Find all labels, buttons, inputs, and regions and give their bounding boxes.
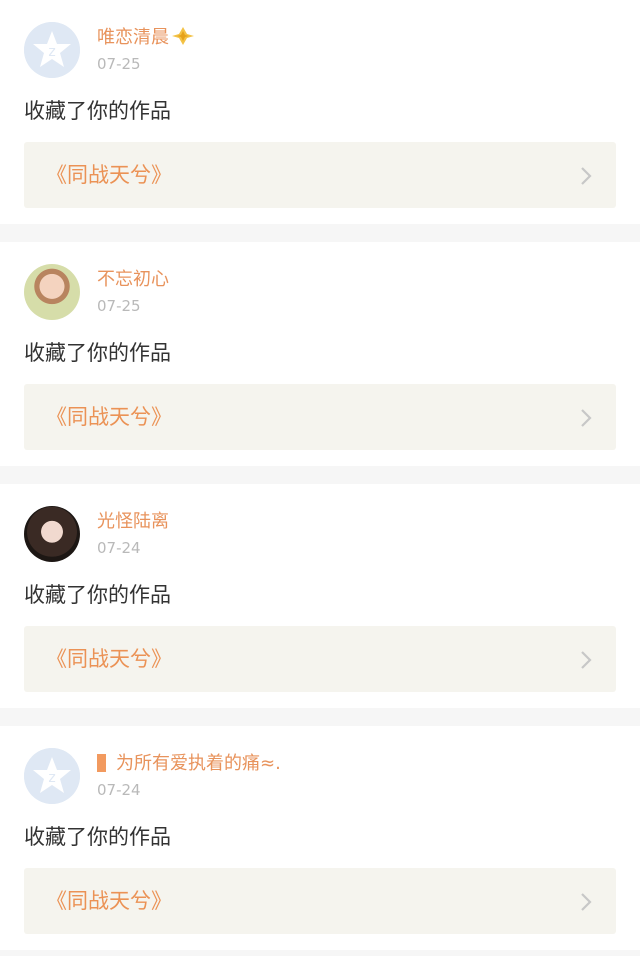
action-text: 收藏了你的作品 [24, 583, 171, 607]
work-title: 《同战天兮》 [46, 647, 172, 671]
work-title: 《同战天兮》 [46, 889, 172, 913]
username-text[interactable]: 为所有爱执着的痛≈. [116, 753, 281, 774]
username-text[interactable]: 唯恋清晨 [97, 27, 169, 48]
list-item: z 为所有爱执着的痛≈. 07-24 收藏了你的作品 《同战天兮》 [0, 726, 640, 950]
item-header: z 为所有爱执着的痛≈. 07-24 [24, 748, 616, 804]
default-avatar-icon: z [24, 22, 80, 78]
timestamp: 07-24 [97, 781, 141, 799]
list-item: 不忘初心 07-25 收藏了你的作品 《同战天兮》 [0, 242, 640, 466]
item-header: z 唯恋清晨 07-25 [24, 22, 616, 78]
notification-feed: z 唯恋清晨 07-25 收藏了你的作品 《同战天兮》 不忘初心 07-25 收… [0, 0, 640, 950]
chevron-right-icon [581, 893, 592, 911]
work-title: 《同战天兮》 [46, 163, 172, 187]
avatar[interactable]: z [24, 748, 80, 804]
chevron-right-icon [581, 167, 592, 185]
diamond-badge-icon [172, 27, 194, 45]
item-header: 光怪陆离 07-24 [24, 506, 616, 562]
action-text: 收藏了你的作品 [24, 341, 171, 365]
svg-text:z: z [48, 770, 55, 786]
avatar[interactable] [24, 264, 80, 320]
work-link[interactable]: 《同战天兮》 [24, 142, 616, 208]
avatar[interactable]: z [24, 22, 80, 78]
username[interactable]: 为所有爱执着的痛≈. [97, 752, 281, 776]
chevron-right-icon [581, 651, 592, 669]
work-title: 《同战天兮》 [46, 405, 172, 429]
orange-bar-icon [97, 754, 106, 772]
list-item: 光怪陆离 07-24 收藏了你的作品 《同战天兮》 [0, 484, 640, 708]
timestamp: 07-25 [97, 297, 141, 315]
action-text: 收藏了你的作品 [24, 99, 171, 123]
timestamp: 07-25 [97, 55, 141, 73]
work-link[interactable]: 《同战天兮》 [24, 384, 616, 450]
work-link[interactable]: 《同战天兮》 [24, 626, 616, 692]
chevron-right-icon [581, 409, 592, 427]
username[interactable]: 不忘初心 [97, 268, 169, 292]
username[interactable]: 唯恋清晨 [97, 26, 195, 50]
work-link[interactable]: 《同战天兮》 [24, 868, 616, 934]
item-header: 不忘初心 07-25 [24, 264, 616, 320]
avatar[interactable] [24, 506, 80, 562]
svg-text:z: z [48, 44, 55, 60]
username[interactable]: 光怪陆离 [97, 510, 169, 534]
action-text: 收藏了你的作品 [24, 825, 171, 849]
list-item: z 唯恋清晨 07-25 收藏了你的作品 《同战天兮》 [0, 0, 640, 224]
default-avatar-icon: z [24, 748, 80, 804]
timestamp: 07-24 [97, 539, 141, 557]
